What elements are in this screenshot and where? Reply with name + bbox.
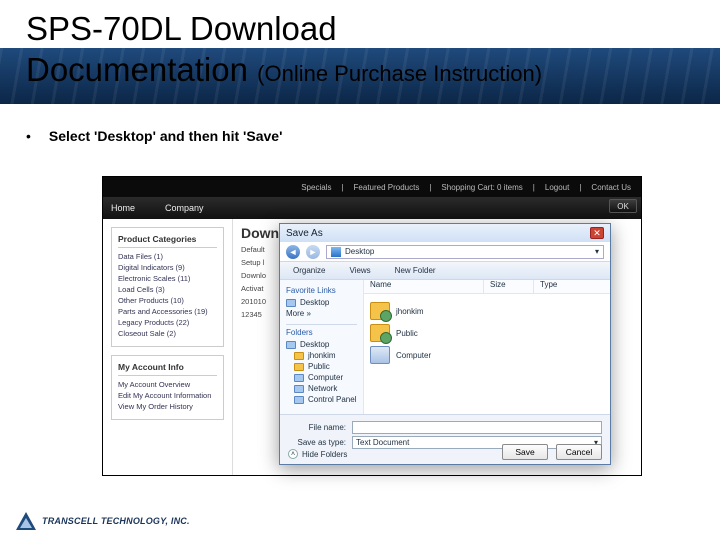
- dialog-title-text: Save As: [286, 228, 323, 239]
- tree-item[interactable]: Desktop: [286, 340, 357, 349]
- category-link[interactable]: Parts and Accessories (19): [118, 307, 217, 316]
- public-folder-icon: [294, 363, 304, 371]
- new-folder-button[interactable]: New Folder: [388, 264, 443, 277]
- cancel-button[interactable]: Cancel: [556, 444, 602, 460]
- organize-button[interactable]: Organize: [286, 264, 332, 277]
- toplink[interactable]: Logout: [545, 183, 569, 192]
- computer-icon: [294, 374, 304, 382]
- account-link[interactable]: View My Order History: [118, 402, 217, 411]
- instruction-bullet: • Select 'Desktop' and then hit 'Save': [26, 128, 720, 144]
- file-item[interactable]: Public: [370, 324, 604, 342]
- dialog-toolbar: Organize Views New Folder: [280, 262, 610, 280]
- location-field[interactable]: Desktop ▾: [326, 245, 604, 259]
- col-name[interactable]: Name: [364, 280, 484, 293]
- category-link[interactable]: Legacy Products (22): [118, 318, 217, 327]
- site-main: Down Default Setup l Downlo Activat 2010…: [233, 219, 641, 475]
- dialog-address-bar: ◄ ► Desktop ▾: [280, 242, 610, 262]
- slide-header: SPS-70DL Download Documentation (Online …: [0, 0, 720, 104]
- tree-item[interactable]: Public: [286, 362, 357, 371]
- nav-home[interactable]: Home: [111, 203, 135, 213]
- file-item[interactable]: Computer: [370, 346, 604, 364]
- save-button[interactable]: Save: [502, 444, 548, 460]
- views-button[interactable]: Views: [342, 264, 377, 277]
- chevron-down-icon[interactable]: ▾: [595, 247, 599, 256]
- folders-heading: Folders: [286, 324, 357, 337]
- network-icon: [294, 385, 304, 393]
- category-link[interactable]: Closeout Sale (2): [118, 329, 217, 338]
- tree-item[interactable]: Computer: [286, 373, 357, 382]
- account-link[interactable]: My Account Overview: [118, 380, 217, 389]
- tree-item[interactable]: Control Panel: [286, 395, 357, 404]
- nav-company[interactable]: Company: [165, 203, 204, 213]
- back-icon[interactable]: ◄: [286, 245, 300, 259]
- site-navbar: Home Company: [103, 197, 641, 219]
- chevron-up-icon: ˄: [288, 449, 298, 459]
- toplink[interactable]: Contact Us: [591, 183, 631, 192]
- favlink-desktop[interactable]: Desktop: [286, 298, 357, 307]
- ok-button[interactable]: OK: [609, 199, 637, 213]
- desktop-icon: [286, 341, 296, 349]
- dialog-footer: File name: Save as type: Text Document ▾…: [280, 414, 610, 464]
- title-subtitle: (Online Purchase Instruction): [257, 61, 542, 86]
- site-sidebar: Product Categories Data Files (1) Digita…: [103, 219, 233, 475]
- toplink[interactable]: Specials: [301, 183, 331, 192]
- savetype-label: Save as type:: [288, 438, 346, 447]
- account-heading: My Account Info: [118, 362, 217, 376]
- title-line1: SPS-70DL Download: [26, 10, 337, 47]
- category-link[interactable]: Digital Indicators (9): [118, 263, 217, 272]
- bullet-marker: •: [26, 128, 31, 144]
- location-text: Desktop: [345, 247, 374, 256]
- hide-folders-toggle[interactable]: ˄ Hide Folders: [288, 449, 347, 459]
- title-line2-main: Documentation: [26, 51, 248, 88]
- close-icon[interactable]: ✕: [590, 227, 604, 239]
- dialog-nav-pane: Favorite Links Desktop More » Folders De…: [280, 280, 364, 414]
- category-link[interactable]: Electronic Scales (11): [118, 274, 217, 283]
- save-as-dialog: Save As ✕ ◄ ► Desktop ▾ Organize Views N…: [279, 223, 611, 465]
- brand-logo: TRANSCELL TECHNOLOGY, INC.: [16, 512, 190, 530]
- favlink-more[interactable]: More »: [286, 309, 357, 318]
- category-link[interactable]: Load Cells (3): [118, 285, 217, 294]
- savetype-value: Text Document: [356, 438, 409, 447]
- desktop-icon: [331, 247, 341, 257]
- file-item[interactable]: jhonkim: [370, 302, 604, 320]
- account-box: My Account Info My Account Overview Edit…: [111, 355, 224, 420]
- category-link[interactable]: Other Products (10): [118, 296, 217, 305]
- forward-icon[interactable]: ►: [306, 245, 320, 259]
- user-folder-icon: [370, 302, 390, 320]
- site-utility-bar: Specials| Featured Products| Shopping Ca…: [103, 177, 641, 197]
- account-link[interactable]: Edit My Account Information: [118, 391, 217, 400]
- bullet-text: Select 'Desktop' and then hit 'Save': [49, 128, 283, 144]
- category-link[interactable]: Data Files (1): [118, 252, 217, 261]
- computer-icon: [370, 346, 390, 364]
- product-categories-box: Product Categories Data Files (1) Digita…: [111, 227, 224, 347]
- col-type[interactable]: Type: [534, 280, 610, 293]
- user-folder-icon: [294, 352, 304, 360]
- filename-input[interactable]: [352, 421, 602, 434]
- categories-heading: Product Categories: [118, 234, 217, 248]
- dialog-file-list: Name Size Type jhonkim Public Computer: [364, 280, 610, 414]
- col-size[interactable]: Size: [484, 280, 534, 293]
- dialog-titlebar: Save As ✕: [280, 224, 610, 242]
- toplink[interactable]: Shopping Cart: 0 items: [441, 183, 522, 192]
- logo-icon: [16, 512, 36, 530]
- toplink[interactable]: Featured Products: [354, 183, 420, 192]
- favorite-links-heading: Favorite Links: [286, 286, 357, 295]
- desktop-icon: [286, 299, 296, 307]
- brand-text: TRANSCELL TECHNOLOGY, INC.: [42, 516, 190, 526]
- public-folder-icon: [370, 324, 390, 342]
- tree-item[interactable]: Network: [286, 384, 357, 393]
- control-panel-icon: [294, 396, 304, 404]
- embedded-screenshot: Specials| Featured Products| Shopping Ca…: [102, 176, 642, 476]
- column-headers[interactable]: Name Size Type: [364, 280, 610, 294]
- tree-item[interactable]: jhonkim: [286, 351, 357, 360]
- slide-title: SPS-70DL Download Documentation (Online …: [26, 8, 542, 91]
- filename-label: File name:: [288, 423, 346, 432]
